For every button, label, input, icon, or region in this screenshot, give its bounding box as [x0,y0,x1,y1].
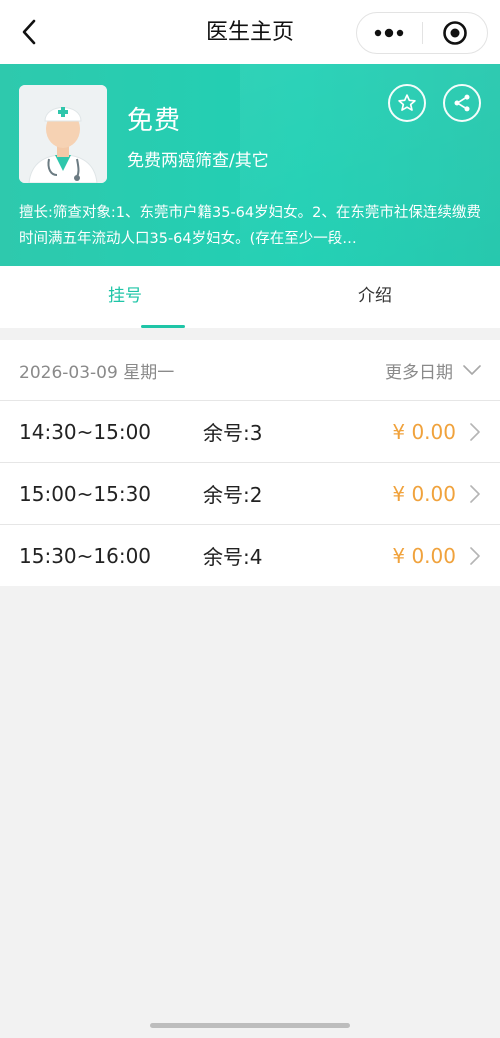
tab-bar: 挂号 介绍 [0,266,500,328]
more-menu-button[interactable] [357,13,422,53]
slot-time: 14:30~15:00 [19,419,152,444]
doctor-specialty[interactable]: 擅长:筛查对象:1、东莞市户籍35-64岁妇女。2、在东莞市社保连续缴费时间满五… [19,200,481,252]
slot-price: ¥ 0.00 [392,419,456,444]
doctor-name: 免费 [127,106,182,136]
slot-price: ¥ 0.00 [392,543,456,568]
more-dots-icon [375,28,404,38]
doctor-header: 免费 免费两癌筛查/其它 擅长:筛查对象:1、东莞市户籍35-64岁妇女。2、在… [0,64,500,266]
home-indicator [150,1023,350,1028]
target-circle-icon [442,21,467,45]
doctor-avatar-icon [19,85,107,183]
tab-introduction[interactable]: 介绍 [250,266,500,328]
share-button[interactable] [443,84,481,122]
close-mini-program-button[interactable] [423,13,488,53]
more-dates-label: 更多日期 [385,362,453,383]
doctor-avatar [19,85,107,183]
slot-remaining: 余号:3 [203,421,263,445]
date-selector: 2026-03-09 星期一 更多日期 [0,340,500,400]
share-icon [454,94,470,112]
more-dates-button[interactable]: 更多日期 [385,358,481,383]
doctor-home-page: 医生主页 免费 免费两癌筛查/其它 擅长:筛查对象:1、东莞市户籍35-64岁妇… [0,0,500,1038]
time-slot-list: 14:30~15:00 余号:3 ¥ 0.00 15:00~15:30 余号:2… [0,400,500,586]
selected-date: 2026-03-09 星期一 [19,362,175,383]
doctor-title: 免费两癌筛查/其它 [127,151,269,171]
chevron-right-icon [470,547,480,565]
slot-time: 15:30~16:00 [19,543,152,568]
chevron-right-icon [470,423,480,441]
tab-register[interactable]: 挂号 [0,266,250,328]
slot-time: 15:00~15:30 [19,481,152,506]
time-slot-row[interactable]: 14:30~15:00 余号:3 ¥ 0.00 [0,400,500,462]
chevron-right-icon [470,485,480,503]
slot-price: ¥ 0.00 [392,481,456,506]
slot-remaining: 余号:2 [203,483,263,507]
slot-remaining: 余号:4 [203,545,263,569]
time-slot-row[interactable]: 15:00~15:30 余号:2 ¥ 0.00 [0,462,500,524]
favorite-button[interactable] [388,84,426,122]
star-icon [398,94,416,111]
chevron-down-icon [463,365,481,375]
active-tab-indicator [141,325,185,328]
mini-program-capsule [356,12,488,54]
time-slot-row[interactable]: 15:30~16:00 余号:4 ¥ 0.00 [0,524,500,586]
nav-bar: 医生主页 [0,0,500,64]
